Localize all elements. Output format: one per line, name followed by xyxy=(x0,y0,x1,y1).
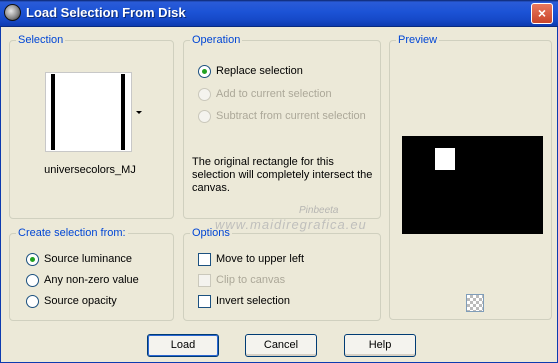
radio-label: Source opacity xyxy=(44,295,117,307)
checkbox-clip-to-canvas: Clip to canvas xyxy=(198,272,285,288)
selection-group-label: Selection xyxy=(16,34,66,46)
radio-checked-icon[interactable] xyxy=(26,252,39,266)
checkbox-icon xyxy=(198,273,211,287)
window-title: Load Selection From Disk xyxy=(26,5,186,20)
preview-selection-square xyxy=(435,148,455,170)
radio-label: Add to current selection xyxy=(216,88,332,100)
selection-group: Selection universecolors_MJ xyxy=(9,34,174,219)
create-selection-group: Create selection from: Source luminance … xyxy=(9,227,174,321)
radio-label: Source luminance xyxy=(44,253,133,265)
operation-group: Operation Replace selection Add to curre… xyxy=(183,34,381,219)
radio-subtract-from-selection: Subtract from current selection xyxy=(198,108,366,124)
operation-group-label: Operation xyxy=(190,34,243,46)
radio-label: Any non-zero value xyxy=(44,274,139,286)
radio-any-non-zero[interactable]: Any non-zero value xyxy=(26,272,139,288)
chevron-down-icon[interactable] xyxy=(136,111,142,114)
preview-canvas xyxy=(402,136,543,234)
radio-checked-icon[interactable] xyxy=(198,64,211,78)
radio-source-opacity[interactable]: Source opacity xyxy=(26,293,117,309)
radio-label: Subtract from current selection xyxy=(216,110,366,122)
close-button[interactable]: × xyxy=(531,3,553,24)
preview-group-label: Preview xyxy=(396,34,440,46)
create-selection-group-label: Create selection from: xyxy=(16,227,128,239)
options-group-label: Options xyxy=(190,227,232,239)
radio-label: Replace selection xyxy=(216,65,303,77)
checkbox-icon[interactable] xyxy=(198,294,211,308)
app-icon xyxy=(4,4,21,21)
selection-swatch[interactable] xyxy=(45,72,132,152)
radio-source-luminance[interactable]: Source luminance xyxy=(26,251,132,267)
watermark-sub: Pinbeeta xyxy=(299,205,339,216)
radio-icon[interactable] xyxy=(26,294,39,308)
checkbox-invert-selection[interactable]: Invert selection xyxy=(198,293,290,309)
checkbox-label: Invert selection xyxy=(216,295,290,307)
title-bar: Load Selection From Disk × xyxy=(0,0,558,27)
swatch-bar-right xyxy=(121,74,125,150)
checkbox-label: Move to upper left xyxy=(216,253,305,265)
radio-replace-selection[interactable]: Replace selection xyxy=(198,63,303,79)
checkbox-icon[interactable] xyxy=(198,252,211,266)
help-button[interactable]: Help xyxy=(344,334,416,357)
checkbox-move-to-upper-left[interactable]: Move to upper left xyxy=(198,251,304,267)
swatch-name: universecolors_MJ xyxy=(44,164,136,176)
options-group: Options Move to upper left Clip to canva… xyxy=(183,227,381,321)
radio-add-to-selection: Add to current selection xyxy=(198,86,332,102)
transparency-toggle-icon[interactable] xyxy=(466,294,484,312)
preview-group: Preview xyxy=(389,34,552,320)
intersection-note: The original rectangle for this selectio… xyxy=(192,156,373,194)
watermark: www.maidiregrafica.eu xyxy=(215,217,367,232)
checkbox-label: Clip to canvas xyxy=(216,274,286,286)
radio-icon xyxy=(198,109,211,123)
dialog-body: Selection universecolors_MJ Operation Re… xyxy=(0,27,558,363)
radio-icon xyxy=(198,87,211,101)
radio-icon[interactable] xyxy=(26,273,39,287)
load-button[interactable]: Load xyxy=(147,334,219,357)
swatch-bar-left xyxy=(51,74,55,150)
cancel-button[interactable]: Cancel xyxy=(245,334,317,357)
